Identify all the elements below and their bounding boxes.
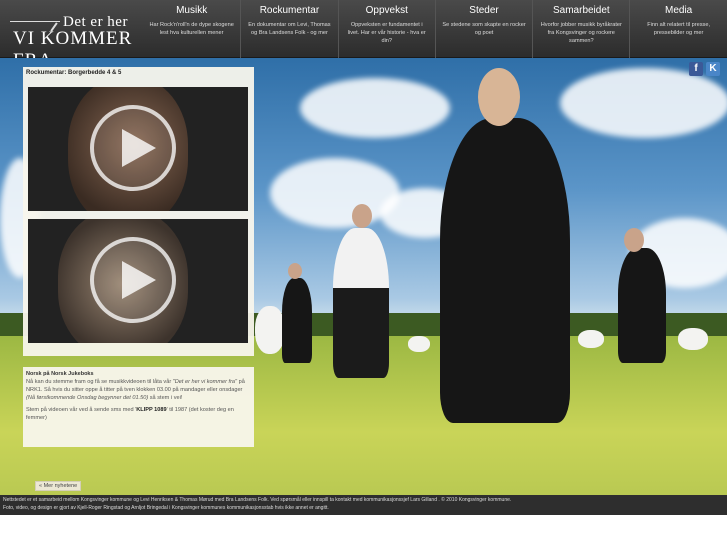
nav-title: Musikk <box>176 5 208 16</box>
logo-rule <box>10 21 60 22</box>
news-note: (Nå førstkommende Onsdag begynner det 01… <box>26 395 149 401</box>
footer-line-2: Foto, video, og design er gjort av Kjell… <box>3 505 329 511</box>
nav-item-rockumentar[interactable]: Rockumentar En dokumentar om Levi, Thoma… <box>240 0 337 58</box>
news-text: så stem i vei! <box>148 395 183 401</box>
nav-title: Samarbeidet <box>552 5 610 16</box>
news-text: Stem på videoen vår ved å sende sms med … <box>26 407 137 413</box>
play-triangle-icon <box>122 129 156 167</box>
video-panel: Rockumentar: Borgerbedde 4 & 5 <box>23 67 254 356</box>
site-header: Det er her VI KOMMER FRA Musikk Har Rock… <box>0 0 727 71</box>
nav-item-samarbeidet[interactable]: Samarbeidet Hvorfor jobber musikk byråkr… <box>532 0 629 58</box>
nav-desc: En dokumentar om Levi, Thomas og Bra Lan… <box>248 22 331 36</box>
play-button-icon[interactable] <box>90 237 176 323</box>
hay-bale <box>255 306 285 354</box>
footer-line-1: Nettstedet er et samarbeid mellom Kongsv… <box>3 497 512 503</box>
band-member-head <box>288 263 302 279</box>
nav-item-musikk[interactable]: Musikk Har Rock'n'roll'n de dype skogene… <box>143 0 240 58</box>
nav-desc: Finn alt relatert til presse, pressebild… <box>647 22 711 36</box>
news-text: Nå kan du stemme fram og få se musikkvid… <box>26 379 173 385</box>
nav-desc: Har Rock'n'roll'n de dype skogene lest h… <box>149 22 234 36</box>
nav-desc: Se stedene som skapte en rocker og poet <box>442 22 526 36</box>
nav-title: Rockumentar <box>259 5 320 16</box>
video-thumbnail-1[interactable] <box>28 87 248 211</box>
play-button-icon[interactable] <box>90 105 176 191</box>
cloud <box>560 68 727 138</box>
nav-title: Media <box>665 5 693 16</box>
band-member-head <box>478 68 520 126</box>
nav-item-oppvekst[interactable]: Oppvekst Oppveksten er fundamentet i liv… <box>337 0 435 58</box>
news-paragraph-1: Nå kan du stemme fram og få se musikkvid… <box>26 378 251 402</box>
nav-item-steder[interactable]: Steder Se stedene som skapte en rocker o… <box>434 0 532 58</box>
band-member <box>333 228 389 378</box>
band-member <box>440 118 570 423</box>
site-logo[interactable]: Det er her VI KOMMER FRA <box>10 8 140 71</box>
k-icon[interactable]: K <box>706 62 720 76</box>
video-thumbnail-2[interactable] <box>28 219 248 343</box>
hay-bale <box>578 330 604 348</box>
cloud <box>300 78 450 138</box>
nav-item-media[interactable]: Media Finn alt relatert til presse, pres… <box>629 0 726 58</box>
sms-code: KLIPP 1089 <box>136 407 167 413</box>
band-member-head <box>352 204 372 228</box>
nav-desc: Oppveksten er fundamentet i livet. Har e… <box>347 22 426 44</box>
nav-desc: Hvorfor jobber musikk byråkrater fra Kon… <box>540 22 622 44</box>
hay-bale <box>678 328 708 350</box>
more-news-button[interactable]: « Mer nyhetene <box>35 481 82 491</box>
nav-title: Steder <box>469 5 499 16</box>
news-box: Norsk på Norsk Jukeboks Nå kan du stemme… <box>23 367 254 447</box>
news-paragraph-2: Stem på videoen vår ved å sende sms med … <box>26 406 251 422</box>
band-member-head <box>624 228 644 252</box>
hay-bale <box>408 336 430 352</box>
main-nav: Musikk Har Rock'n'roll'n de dype skogene… <box>143 0 727 58</box>
band-member <box>282 278 312 363</box>
band-member <box>618 248 666 363</box>
nav-title: Oppvekst <box>365 5 408 16</box>
site-footer: Nettstedet er et samarbeid mellom Kongsv… <box>0 495 727 515</box>
facebook-icon[interactable]: f <box>689 62 703 76</box>
panel-title: Rockumentar: Borgerbedde 4 & 5 <box>26 70 122 76</box>
play-triangle-icon <box>122 261 156 299</box>
news-song-title: "Det er her vi kommer fra" <box>172 379 238 385</box>
news-title: Norsk på Norsk Jukeboks <box>26 371 94 377</box>
